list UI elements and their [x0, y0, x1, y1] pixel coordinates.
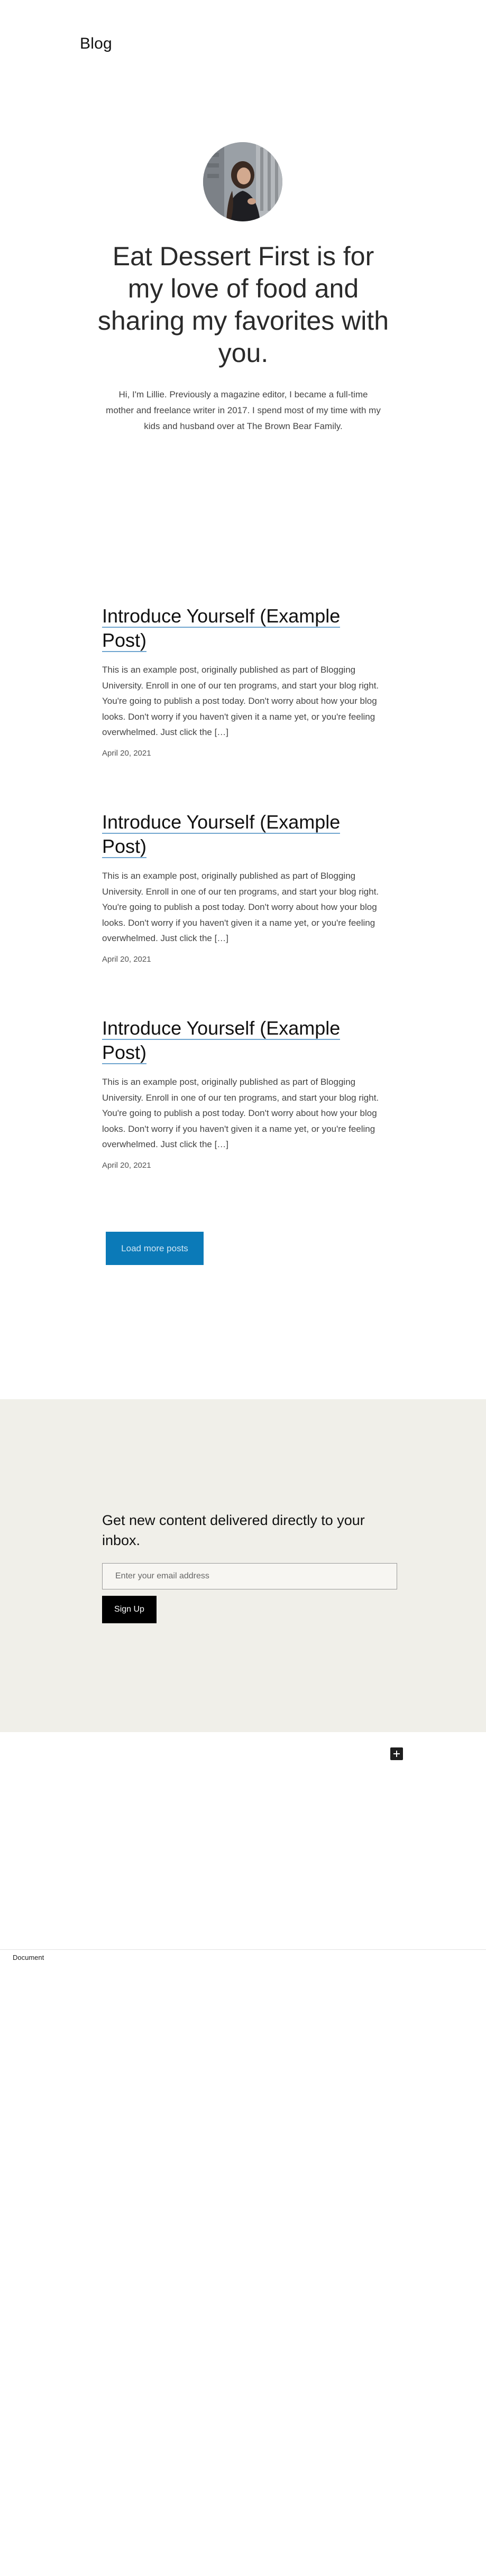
post-excerpt: This is an example post, originally publ…: [102, 1077, 379, 1149]
hero-title: Eat Dessert First is for my love of food…: [97, 241, 389, 368]
newsletter-section: Get new content delivered directly to yo…: [0, 1399, 486, 1732]
post-excerpt: This is an example post, originally publ…: [102, 871, 379, 943]
post-excerpt: This is an example post, originally publ…: [102, 665, 379, 737]
post-title-link[interactable]: Introduce Yourself (Example Post): [102, 1017, 341, 1064]
sign-up-button[interactable]: Sign Up: [102, 1596, 157, 1623]
post-1: Introduce Yourself (Example Post) This i…: [102, 604, 388, 758]
post-date: April 20, 2021: [102, 748, 151, 758]
breadcrumb-document[interactable]: Document: [13, 1954, 44, 1961]
hero-bio: Hi, I'm Lillie. Previously a magazine ed…: [106, 389, 381, 431]
editor-footer-bar: Document: [0, 1949, 486, 1964]
load-more-button[interactable]: Load more posts: [106, 1232, 204, 1265]
post-title[interactable]: Introduce Yourself (Example Post): [102, 810, 388, 859]
post-2: Introduce Yourself (Example Post) This i…: [102, 810, 388, 964]
post-title[interactable]: Introduce Yourself (Example Post): [102, 604, 388, 653]
post-3: Introduce Yourself (Example Post) This i…: [102, 1016, 388, 1170]
post-title-link[interactable]: Introduce Yourself (Example Post): [102, 605, 341, 652]
email-input[interactable]: [102, 1563, 397, 1589]
plus-icon: [393, 1751, 400, 1757]
add-block-button[interactable]: [390, 1747, 403, 1760]
post-date: April 20, 2021: [102, 1160, 151, 1170]
page: Blog Eat Dessert First is for my love of…: [0, 0, 486, 2576]
newsletter-heading: Get new content delivered directly to yo…: [102, 1512, 365, 1548]
site-title[interactable]: Blog: [80, 35, 112, 53]
author-avatar: [203, 142, 282, 221]
post-title-link[interactable]: Introduce Yourself (Example Post): [102, 811, 341, 858]
post-date: April 20, 2021: [102, 954, 151, 964]
post-title[interactable]: Introduce Yourself (Example Post): [102, 1016, 388, 1065]
